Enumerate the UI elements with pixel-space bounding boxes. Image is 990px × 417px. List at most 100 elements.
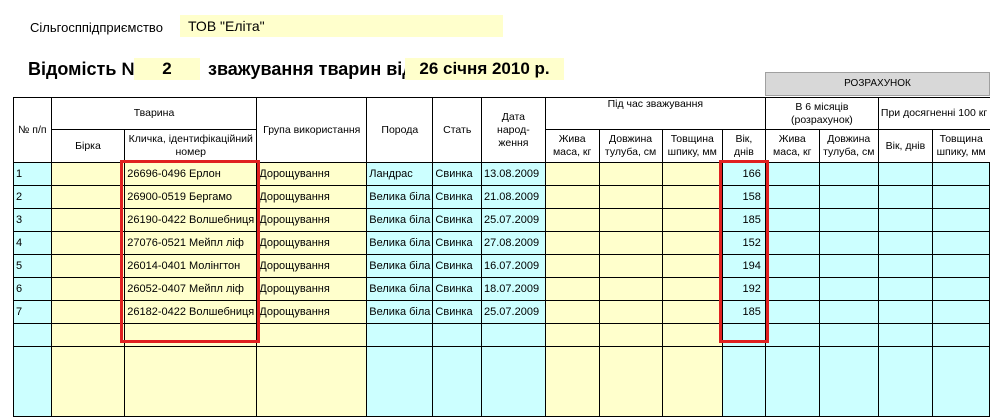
sheet-number-field[interactable]: 2 xyxy=(134,58,200,80)
six-body-length-cell[interactable] xyxy=(818,300,879,324)
birth-cell[interactable]: 25.07.2009 xyxy=(481,300,546,324)
hundred-age-cell[interactable] xyxy=(877,346,933,417)
row-num-cell[interactable]: 1 xyxy=(13,162,52,186)
tag-cell[interactable] xyxy=(50,162,126,186)
six-live-mass-cell[interactable] xyxy=(764,346,820,417)
nickname-cell[interactable]: 27076-0521 Мейпл ліф xyxy=(124,231,258,255)
tag-cell[interactable] xyxy=(50,323,126,347)
fat-cell[interactable] xyxy=(661,185,723,209)
tag-cell[interactable] xyxy=(50,300,126,324)
age-cell[interactable] xyxy=(721,323,766,347)
fat-cell[interactable] xyxy=(661,162,723,186)
live-mass-cell[interactable] xyxy=(544,185,600,209)
hundred-age-cell[interactable] xyxy=(877,277,933,301)
body-length-cell[interactable] xyxy=(598,254,663,278)
hundred-fat-cell[interactable] xyxy=(931,185,990,209)
hundred-age-cell[interactable] xyxy=(877,254,933,278)
hundred-fat-cell[interactable] xyxy=(931,323,990,347)
group-cell[interactable]: Дорощування xyxy=(256,162,368,186)
birth-cell[interactable]: 27.08.2009 xyxy=(481,231,546,255)
nickname-cell[interactable] xyxy=(124,346,258,417)
body-length-cell[interactable] xyxy=(598,300,663,324)
tag-cell[interactable] xyxy=(50,277,126,301)
row-num-cell[interactable]: 2 xyxy=(13,185,52,209)
breed-cell[interactable]: Велика біла xyxy=(366,231,434,255)
tag-cell[interactable] xyxy=(50,208,126,232)
fat-cell[interactable] xyxy=(661,300,723,324)
age-cell[interactable]: 194 xyxy=(721,254,766,278)
group-cell[interactable] xyxy=(256,346,368,417)
hundred-fat-cell[interactable] xyxy=(931,208,990,232)
six-body-length-cell[interactable] xyxy=(818,208,879,232)
nickname-cell[interactable]: 26182-0422 Волшебниця xyxy=(124,300,258,324)
body-length-cell[interactable] xyxy=(598,231,663,255)
sex-cell[interactable]: Свинка xyxy=(432,231,483,255)
table-row[interactable]: 3 26190-0422 Волшебниця Дорощування Вели… xyxy=(13,208,990,232)
six-body-length-cell[interactable] xyxy=(818,323,879,347)
hundred-age-cell[interactable] xyxy=(877,300,933,324)
fat-cell[interactable] xyxy=(661,323,723,347)
body-length-cell[interactable] xyxy=(598,277,663,301)
tag-cell[interactable] xyxy=(50,346,126,417)
hundred-age-cell[interactable] xyxy=(877,208,933,232)
group-cell[interactable]: Дорощування xyxy=(256,277,368,301)
nickname-cell[interactable] xyxy=(124,323,258,347)
breed-cell[interactable] xyxy=(366,323,434,347)
sex-cell[interactable]: Свинка xyxy=(432,162,483,186)
breed-cell[interactable]: Велика біла xyxy=(366,277,434,301)
body-length-cell[interactable] xyxy=(598,323,663,347)
table-row[interactable]: 4 27076-0521 Мейпл ліф Дорощування Велик… xyxy=(13,231,990,255)
six-live-mass-cell[interactable] xyxy=(764,254,820,278)
hundred-age-cell[interactable] xyxy=(877,162,933,186)
body-length-cell[interactable] xyxy=(598,162,663,186)
table-row[interactable]: 7 26182-0422 Волшебниця Дорощування Вели… xyxy=(13,300,990,324)
six-live-mass-cell[interactable] xyxy=(764,231,820,255)
sheet-date-field[interactable]: 26 січня 2010 р. xyxy=(405,58,564,80)
sex-cell[interactable]: Свинка xyxy=(432,208,483,232)
birth-cell[interactable]: 18.07.2009 xyxy=(481,277,546,301)
row-num-cell[interactable]: 3 xyxy=(13,208,52,232)
age-cell[interactable]: 166 xyxy=(721,162,766,186)
hundred-age-cell[interactable] xyxy=(877,231,933,255)
group-cell[interactable]: Дорощування xyxy=(256,254,368,278)
table-row-empty[interactable] xyxy=(13,323,990,347)
age-cell[interactable]: 152 xyxy=(721,231,766,255)
body-length-cell[interactable] xyxy=(598,346,663,417)
six-body-length-cell[interactable] xyxy=(818,231,879,255)
group-cell[interactable]: Дорощування xyxy=(256,300,368,324)
birth-cell[interactable] xyxy=(481,323,546,347)
breed-cell[interactable]: Велика біла xyxy=(366,208,434,232)
breed-cell[interactable]: Велика біла xyxy=(366,185,434,209)
six-live-mass-cell[interactable] xyxy=(764,185,820,209)
fat-cell[interactable] xyxy=(661,277,723,301)
hundred-fat-cell[interactable] xyxy=(931,231,990,255)
row-num-cell[interactable]: 7 xyxy=(13,300,52,324)
nickname-cell[interactable]: 26900-0519 Бергамо xyxy=(124,185,258,209)
row-num-cell[interactable]: 5 xyxy=(13,254,52,278)
live-mass-cell[interactable] xyxy=(544,323,600,347)
fat-cell[interactable] xyxy=(661,208,723,232)
live-mass-cell[interactable] xyxy=(544,231,600,255)
live-mass-cell[interactable] xyxy=(544,346,600,417)
body-length-cell[interactable] xyxy=(598,185,663,209)
birth-cell[interactable]: 25.07.2009 xyxy=(481,208,546,232)
hundred-fat-cell[interactable] xyxy=(931,254,990,278)
sex-cell[interactable] xyxy=(432,346,483,417)
age-cell[interactable]: 158 xyxy=(721,185,766,209)
fat-cell[interactable] xyxy=(661,254,723,278)
nickname-cell[interactable]: 26052-0407 Мейпл ліф xyxy=(124,277,258,301)
tag-cell[interactable] xyxy=(50,254,126,278)
hundred-fat-cell[interactable] xyxy=(931,300,990,324)
live-mass-cell[interactable] xyxy=(544,208,600,232)
six-live-mass-cell[interactable] xyxy=(764,162,820,186)
breed-cell[interactable] xyxy=(366,346,434,417)
six-live-mass-cell[interactable] xyxy=(764,300,820,324)
table-row[interactable]: 2 26900-0519 Бергамо Дорощування Велика … xyxy=(13,185,990,209)
fat-cell[interactable] xyxy=(661,346,723,417)
breed-cell[interactable]: Ландрас xyxy=(366,162,434,186)
age-cell[interactable]: 185 xyxy=(721,208,766,232)
nickname-cell[interactable]: 26190-0422 Волшебниця xyxy=(124,208,258,232)
tag-cell[interactable] xyxy=(50,185,126,209)
enterprise-field[interactable]: ТОВ "Еліта" xyxy=(180,15,503,37)
sex-cell[interactable] xyxy=(432,323,483,347)
